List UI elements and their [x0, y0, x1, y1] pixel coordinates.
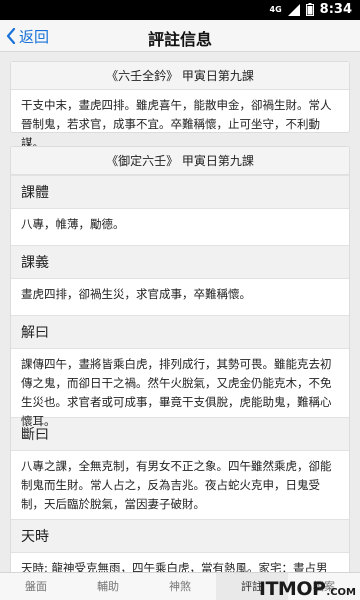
content-scroll-area[interactable]: 《六壬全鈐》 甲寅日第九課 干支中末，晝虎四排。雖虎喜午，能散申金，卻禍生財。常… [0, 52, 360, 572]
card-header: 《六壬全鈐》 甲寅日第九課 [11, 62, 349, 90]
navigation-bar: 返回 評註信息 [0, 20, 360, 52]
section-body-tianshi: 天時: 龍神受克無雨，四午乘白虎，當有熱風。家宅：晝占男婦俱有疾病。功名：官星受… [11, 553, 349, 572]
watermark-suffix: .COM [326, 587, 356, 598]
section-title-keti: 課體 [11, 175, 349, 209]
battery-icon [305, 3, 314, 16]
section-title-jieyue: 解曰 [11, 315, 349, 349]
section-body-jieyue: 課傳四午，晝將皆乘白虎，排列成行，其勢可畏。雖能克去初傳之鬼，而卻日干之禍。然午… [11, 349, 349, 428]
clock: 8:34 [319, 2, 352, 17]
tab-shensha[interactable]: 神煞 [144, 573, 216, 600]
card-body-text: 干支中末，晝虎四排。雖虎喜午，能散申金，卻禍生財。常人晉制鬼，若求官，成事不宜。… [21, 98, 332, 150]
page-title: 評註信息 [147, 30, 212, 49]
commentary-card-quanqian: 《六壬全鈐》 甲寅日第九課 干支中末，晝虎四排。雖虎喜午，能散申金，卻禍生財。常… [10, 61, 350, 150]
section-body-keyi: 晝虎四排，卻禍生災，求官成事，卒難稱懷。 [11, 279, 349, 315]
section-body-keti: 八專，帷薄，勵德。 [11, 209, 349, 245]
tab-panmian[interactable]: 盤面 [0, 573, 72, 600]
card-header: 《御定六壬》 甲寅日第九課 [11, 147, 349, 175]
section-title-duanyue: 斷曰 [11, 417, 349, 451]
tab-fuzhu[interactable]: 輔助 [72, 573, 144, 600]
network-type: 4G [269, 5, 282, 14]
status-bar: 4G 8:34 [0, 0, 360, 20]
status-indicators: 4G 8:34 [270, 2, 352, 17]
section-title-keyi: 課義 [11, 245, 349, 279]
commentary-card-yuding: 《御定六壬》 甲寅日第九課 課體 八專，帷薄，勵德。 課義 晝虎四排，卻禍生災，… [10, 146, 350, 572]
site-watermark: ITMOP .COM [259, 578, 356, 600]
watermark-main: ITMOP [258, 578, 326, 600]
signal-icon [287, 3, 300, 16]
section-body-duanyue: 八專之課，全無克制，有男女不正之象。四午雖然乘虎，卻能制鬼而生財。常人占之，反為… [11, 451, 349, 519]
section-title-tianshi: 天時 [11, 519, 349, 553]
